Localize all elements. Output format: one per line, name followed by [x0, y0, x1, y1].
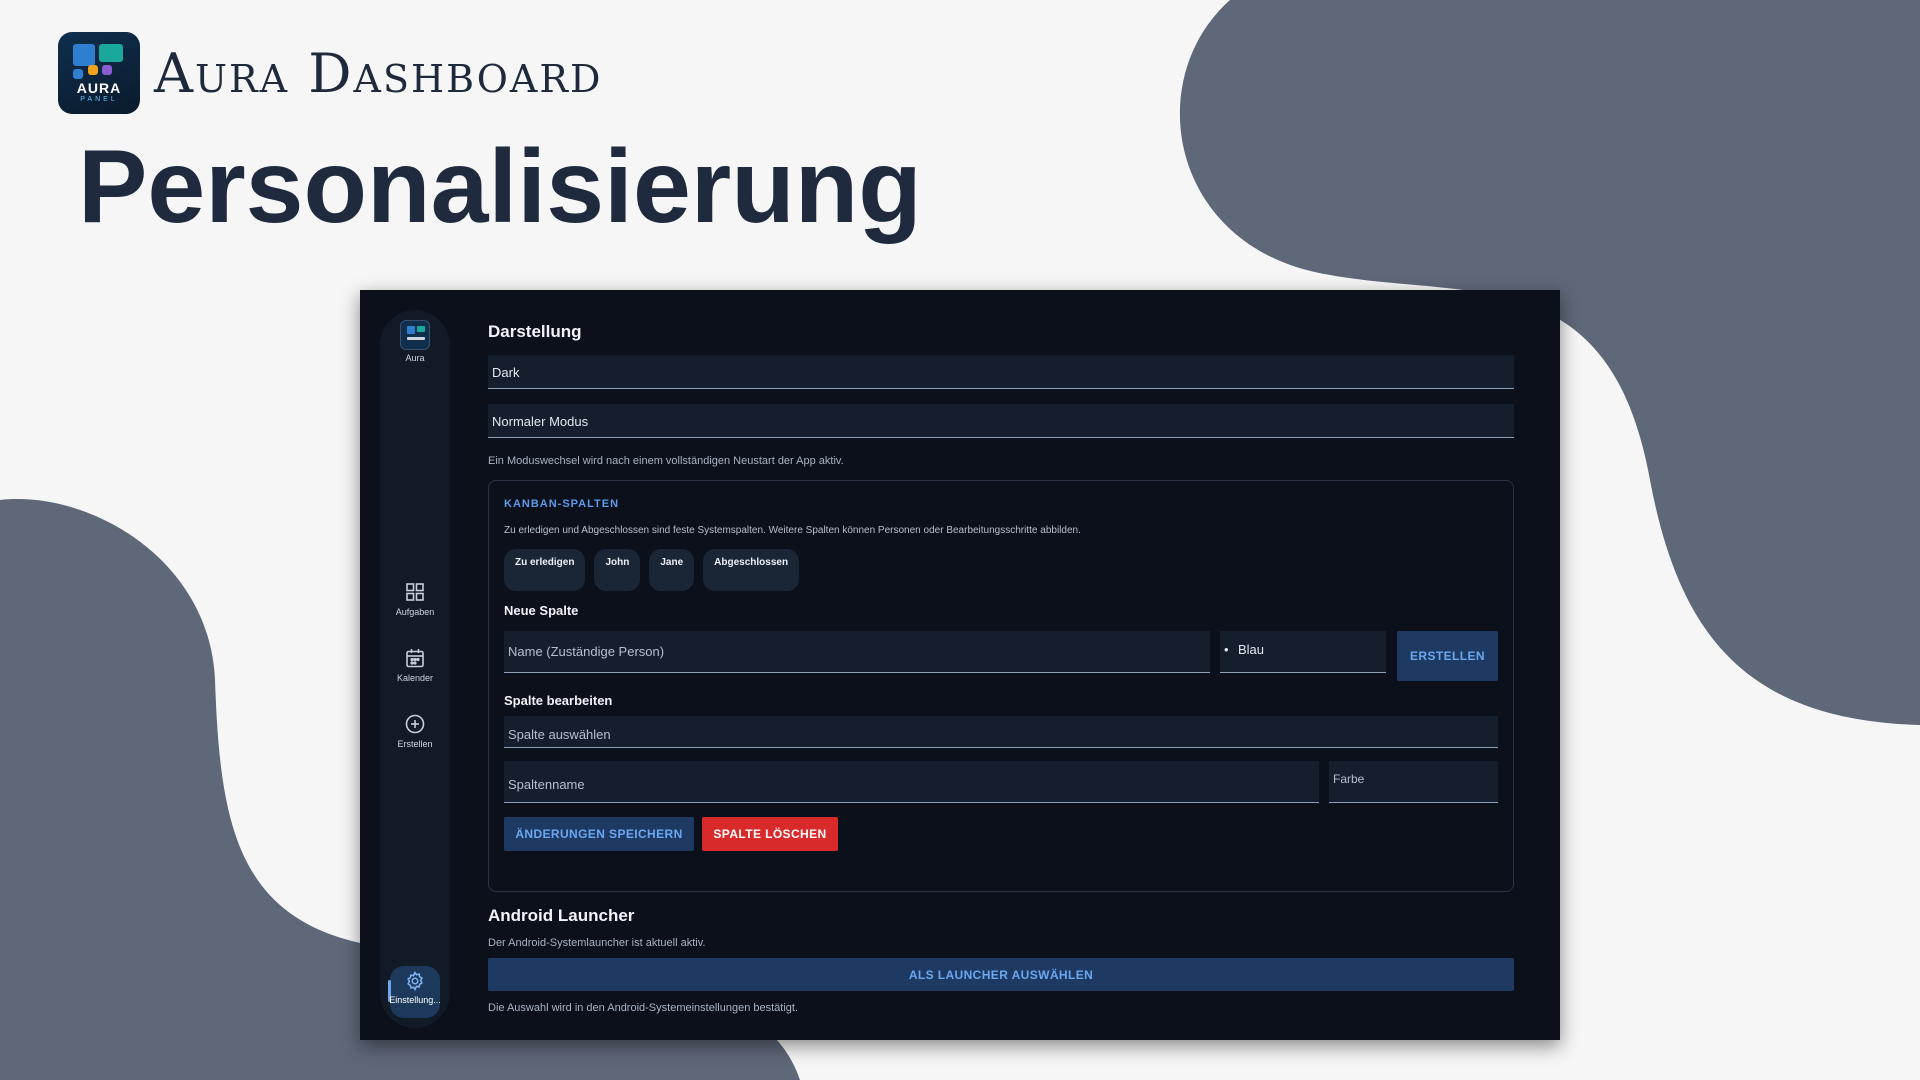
plus-circle-icon: [405, 714, 425, 734]
aura-small-logo-icon: [400, 320, 430, 350]
launcher-footnote: Die Auswahl wird in den Android-Systemei…: [488, 1002, 799, 1014]
rail-item-label: Aufgaben: [395, 607, 435, 617]
column-chip[interactable]: John: [594, 549, 641, 591]
rail-item-label: Erstellen: [397, 739, 433, 749]
rail-logo-label: Aura: [405, 353, 425, 363]
save-changes-button[interactable]: ÄNDERUNGEN SPEICHERN: [504, 817, 694, 851]
theme-value: Dark: [492, 365, 520, 380]
aura-logo: AURA PANEL: [58, 32, 140, 114]
kanban-description: Zu erledigen und Abgeschlossen sind fest…: [504, 525, 1081, 536]
column-chip[interactable]: Jane: [649, 549, 695, 591]
rail-item-label: Kalender: [396, 673, 434, 683]
kanban-card: KANBAN-SPALTEN Zu erledigen und Abgeschl…: [488, 480, 1514, 892]
rail-item-aufgaben[interactable]: Aufgaben: [380, 580, 450, 617]
mode-select[interactable]: Normaler Modus: [488, 404, 1514, 438]
rail-item-label: Einstellung...: [389, 995, 441, 1005]
launcher-status: Der Android-Systemlauncher ist aktuell a…: [488, 937, 706, 949]
new-column-name-placeholder: Name (Zuständige Person): [508, 644, 665, 659]
appearance-title: Darstellung: [488, 322, 582, 341]
calendar-icon: [406, 649, 424, 668]
edit-column-title: Spalte bearbeiten: [504, 693, 613, 708]
kanban-title: KANBAN-SPALTEN: [504, 498, 620, 510]
new-column-color-value: Blau: [1238, 642, 1265, 657]
brand-name: Aura Dashboard: [154, 41, 603, 105]
grid-icon: [406, 583, 424, 601]
delete-column-button[interactable]: SPALTE LÖSCHEN: [702, 817, 838, 851]
rail-logo-item[interactable]: Aura: [380, 320, 450, 363]
color-dot-icon: •: [1224, 642, 1229, 657]
brand-header: AURA PANEL Aura Dashboard: [58, 32, 602, 114]
launcher-title: Android Launcher: [488, 906, 635, 925]
select-launcher-button[interactable]: ALS LAUNCHER AUSWÄHLEN: [488, 958, 1514, 991]
gear-icon: [407, 970, 423, 992]
page-title: Personalisierung: [78, 129, 922, 245]
logo-word: AURA: [76, 80, 122, 96]
create-column-button[interactable]: ERSTELLEN: [1397, 631, 1498, 681]
column-select-placeholder: Spalte auswählen: [508, 727, 611, 742]
rail-item-kalender[interactable]: Kalender: [380, 646, 450, 683]
column-name-input[interactable]: Spaltenname: [504, 761, 1319, 803]
column-color-placeholder: Farbe: [1333, 772, 1365, 786]
theme-select[interactable]: Dark: [488, 355, 1514, 389]
mode-hint: Ein Moduswechsel wird nach einem vollstä…: [488, 455, 844, 467]
new-column-title: Neue Spalte: [504, 603, 579, 618]
column-select[interactable]: Spalte auswählen: [504, 716, 1498, 748]
kanban-column-chips: Zu erledigen John Jane Abgeschlossen: [504, 549, 800, 591]
rail-item-erstellen[interactable]: Erstellen: [380, 712, 450, 749]
mode-value: Normaler Modus: [492, 414, 589, 429]
rail-item-einstellungen[interactable]: Einstellung...: [380, 970, 450, 1005]
column-chip[interactable]: Abgeschlossen: [703, 549, 800, 591]
new-column-name-input[interactable]: Name (Zuständige Person): [504, 631, 1210, 673]
app-window: Aura Aufgaben Kalender Erstellen Einstel…: [360, 290, 1560, 1040]
column-name-placeholder: Spaltenname: [508, 777, 585, 792]
column-color-input[interactable]: Farbe: [1329, 761, 1498, 803]
column-chip[interactable]: Zu erledigen: [504, 549, 586, 591]
logo-sub: PANEL: [80, 96, 118, 103]
new-column-color-select[interactable]: • Blau: [1220, 631, 1386, 673]
